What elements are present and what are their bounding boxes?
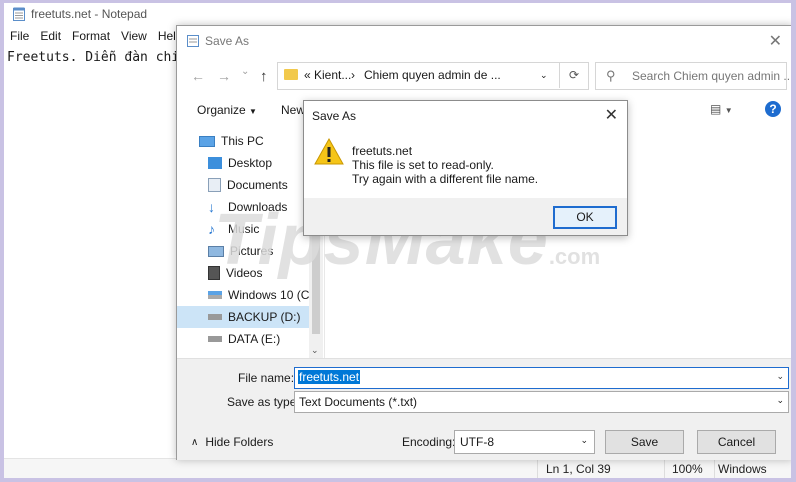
encoding-value: UTF-8 [460, 435, 494, 449]
file-name-input[interactable]: freetuts.net ⌄ [294, 367, 789, 389]
back-arrow-icon[interactable]: ← [191, 68, 205, 84]
notepad-statusbar: Ln 1, Col 39 100% Windows (CRL [4, 458, 791, 478]
chevron-down-icon: ⌄ [580, 435, 588, 445]
status-position: Ln 1, Col 39 [546, 462, 611, 476]
save-as-type-select[interactable]: Text Documents (*.txt) ⌄ [294, 391, 789, 413]
drive-icon [208, 291, 222, 299]
desktop-icon [208, 157, 222, 169]
help-icon[interactable]: ? [765, 101, 781, 117]
navigation-pane: This PC Desktop Documents ↓ Downloads ♪ … [177, 126, 324, 358]
pictures-icon [208, 245, 224, 257]
notepad-icon [187, 35, 199, 47]
downloads-icon: ↓ [208, 199, 215, 215]
read-only-message-box: Save As ✕ freetuts.net This file is set … [303, 100, 628, 236]
message-line: freetuts.net [352, 144, 413, 158]
ok-button[interactable]: OK [553, 206, 617, 229]
nav-label: Windows 10 (C:) [228, 288, 317, 302]
menu-edit[interactable]: Edit [34, 29, 66, 49]
nav-label: Downloads [228, 200, 288, 214]
recent-chevron-icon[interactable]: ⌄ [241, 66, 249, 77]
folder-icon [284, 69, 298, 80]
notepad-titlebar: freetuts.net - Notepad [4, 3, 791, 25]
up-arrow-icon[interactable]: ↑ [260, 68, 268, 85]
nav-label: Videos [226, 266, 263, 280]
message-line: This file is set to read-only. [352, 158, 494, 172]
menu-file[interactable]: File [4, 29, 34, 49]
pc-icon [199, 135, 215, 147]
close-icon[interactable]: ✕ [769, 31, 782, 51]
menu-view[interactable]: View [115, 29, 152, 49]
save-as-dialog: Save As ✕ ← → ⌄ ↑ « Kient... › Chiem quy… [176, 25, 791, 460]
notepad-title: freetuts.net - Notepad [31, 7, 148, 21]
drive-icon [208, 314, 222, 320]
message-line: Try again with a different file name. [352, 172, 539, 186]
scroll-down-icon[interactable]: ⌄ [311, 345, 319, 356]
file-name-label: File name: [238, 371, 295, 385]
chevron-down-icon: ▼ [249, 107, 257, 116]
status-divider [714, 459, 715, 478]
close-icon[interactable]: ✕ [605, 105, 618, 125]
nav-label: DATA (E:) [228, 332, 281, 346]
file-name-value: freetuts.net [298, 370, 361, 384]
status-divider [664, 459, 665, 478]
address-dropdown-icon[interactable]: ⌄ [540, 70, 548, 81]
organize-button[interactable]: Organize ▼ [197, 103, 257, 117]
status-divider [537, 459, 538, 478]
nav-label: This PC [221, 134, 264, 148]
drive-icon [208, 336, 222, 342]
save-as-type-value: Text Documents (*.txt) [299, 395, 418, 409]
notepad-icon [13, 7, 25, 21]
music-icon: ♪ [208, 221, 215, 237]
message-box-title: Save As [312, 109, 357, 123]
documents-icon [208, 178, 221, 192]
address-bar[interactable]: « Kient... › Chiem quyen admin de ... ⌄ [277, 62, 589, 90]
nav-item-backup-d[interactable]: BACKUP (D:) [177, 306, 312, 328]
organize-label: Organize [197, 103, 246, 117]
nav-label: BACKUP (D:) [228, 310, 301, 324]
warning-icon [314, 137, 344, 165]
nav-label: Desktop [228, 156, 273, 170]
cancel-button[interactable]: Cancel [697, 430, 776, 454]
hide-folders-label: Hide Folders [205, 435, 274, 449]
breadcrumb-item[interactable]: Chiem quyen admin de ... [364, 68, 501, 82]
address-row: ← → ⌄ ↑ « Kient... › Chiem quyen admin d… [177, 60, 791, 90]
notepad-menubar: File Edit Format View Help [4, 29, 188, 49]
save-button[interactable]: Save [605, 430, 684, 454]
save-as-title: Save As [205, 34, 250, 48]
notepad-text-area[interactable]: Freetuts. Diễn đàn chia [7, 50, 187, 65]
search-placeholder: Search Chiem quyen admin ... [632, 69, 791, 83]
status-zoom: 100% [672, 462, 703, 476]
save-as-titlebar: Save As ✕ [177, 26, 791, 56]
search-icon: ⚲ [606, 68, 616, 83]
breadcrumb-separator-icon: › [351, 68, 355, 82]
chevron-up-icon: ∧ [191, 436, 199, 448]
forward-arrow-icon[interactable]: → [217, 68, 231, 84]
menu-format[interactable]: Format [66, 29, 115, 49]
breadcrumb-item[interactable]: Kient... [314, 68, 351, 82]
message-text: freetuts.net This file is set to read-on… [352, 144, 538, 186]
screen: freetuts.net - Notepad File Edit Format … [4, 3, 791, 478]
chevron-down-icon: ▼ [724, 106, 733, 115]
chevron-down-icon[interactable]: ⌄ [776, 371, 784, 382]
nav-label: Music [228, 222, 260, 236]
encoding-select[interactable]: UTF-8 ⌄ [454, 430, 595, 454]
nav-label: Pictures [230, 244, 274, 258]
hide-folders-button[interactable]: ∧ Hide Folders [191, 435, 273, 449]
save-options-pane: File name: freetuts.net ⌄ Save as type: … [177, 358, 791, 460]
save-as-type-label: Save as type: [227, 395, 300, 409]
videos-icon [208, 266, 220, 280]
refresh-icon[interactable]: ⟳ [559, 62, 588, 88]
view-icon: ▤ [710, 102, 722, 116]
status-line-ending: Windows (CRL [718, 462, 767, 478]
message-box-footer: OK [304, 198, 627, 235]
chevron-down-icon: ⌄ [776, 395, 784, 405]
search-box[interactable]: ⚲ Search Chiem quyen admin ... [595, 62, 791, 90]
view-options-button[interactable]: ▤ ▼ [710, 102, 733, 116]
encoding-label: Encoding: [402, 435, 456, 449]
breadcrumb-overflow-icon[interactable]: « [304, 68, 311, 82]
new-folder-button[interactable]: New [281, 103, 305, 117]
nav-label: Documents [227, 178, 288, 192]
